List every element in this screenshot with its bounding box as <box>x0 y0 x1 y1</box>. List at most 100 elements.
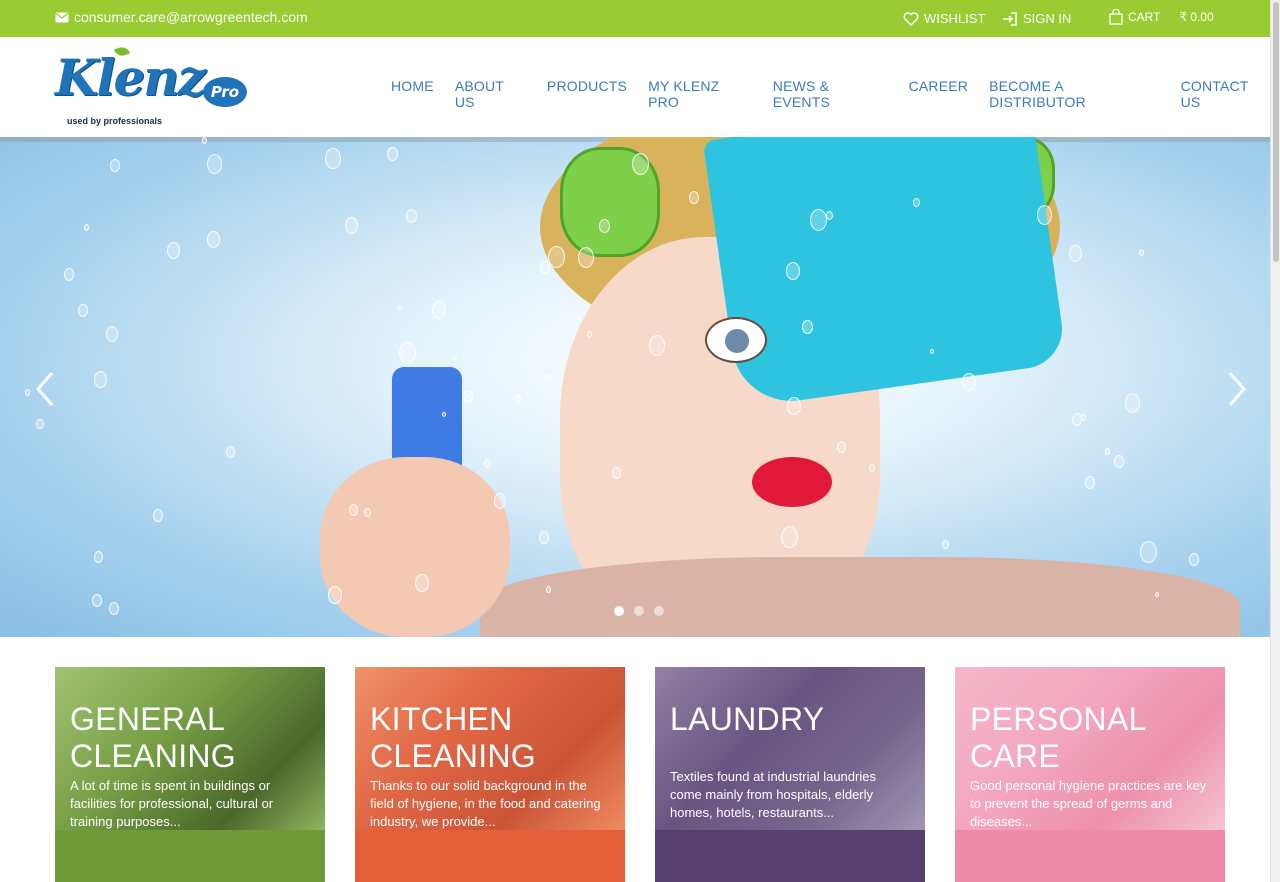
water-bubble <box>406 209 417 223</box>
card-description: Textiles found at industrial laundries c… <box>670 769 876 820</box>
water-bubble <box>546 586 551 593</box>
water-bubble <box>548 246 565 268</box>
water-bubble <box>539 531 549 544</box>
card-title: PERSONAL CARE <box>970 701 1220 775</box>
water-bubble <box>787 397 801 415</box>
card-description: Thanks to our solid background in the fi… <box>370 778 601 829</box>
carousel-dot-2[interactable] <box>634 606 644 616</box>
heart-icon <box>903 11 919 26</box>
water-bubble <box>1114 455 1124 468</box>
category-personal-care[interactable]: PERSONAL CARE Good personal hygiene prac… <box>955 667 1225 882</box>
card-title: GENERAL CLEANING <box>70 701 320 775</box>
hero-eye <box>705 317 767 363</box>
water-bubble <box>930 349 934 354</box>
water-bubble <box>942 540 949 549</box>
water-bubble <box>1037 205 1052 225</box>
carousel-next-button[interactable] <box>1222 369 1252 409</box>
water-bubble <box>781 526 798 548</box>
water-bubble <box>463 390 473 403</box>
envelope-icon <box>55 11 69 23</box>
klenz-pro-logo[interactable]: Klenz Pro used by professionals <box>55 44 255 129</box>
nav-my-klenz-pro[interactable]: MY KLENZ PRO <box>648 78 752 110</box>
category-cards: GENERAL CLEANING A lot of time is spent … <box>55 667 1225 882</box>
nav-career[interactable]: CAREER <box>909 78 969 110</box>
nav-about-us[interactable]: ABOUT US <box>455 78 526 110</box>
water-bubble <box>207 231 220 248</box>
card-title-line-1: KITCHEN <box>370 701 513 737</box>
site-header: Klenz Pro used by professionals HOME ABO… <box>0 37 1270 137</box>
card-title: LAUNDRY <box>670 701 920 738</box>
water-bubble <box>786 262 800 280</box>
chevron-left-icon <box>30 372 60 413</box>
contact-email[interactable]: consumer.care@arrowgreentech.com <box>55 9 308 25</box>
water-bubble <box>110 159 120 172</box>
wishlist-link[interactable]: WISHLIST <box>903 11 985 26</box>
water-bubble <box>1139 249 1144 256</box>
carousel-dot-1[interactable] <box>614 606 624 616</box>
water-bubble <box>494 493 506 509</box>
water-bubble <box>92 594 102 607</box>
hero-sponge <box>702 137 1068 409</box>
water-bubble <box>349 504 358 516</box>
water-bubble <box>599 219 610 233</box>
cart-label: CART <box>1128 10 1161 24</box>
water-bubble <box>345 217 358 234</box>
water-bubble <box>432 301 446 319</box>
water-bubble <box>453 356 457 361</box>
chevron-right-icon <box>1222 372 1252 413</box>
water-bubble <box>36 419 44 429</box>
water-bubble <box>1155 592 1159 597</box>
water-bubble <box>202 137 207 144</box>
water-bubble <box>484 459 491 468</box>
category-kitchen-cleaning[interactable]: KITCHEN CLEANING Thanks to our solid bac… <box>355 667 625 882</box>
water-bubble <box>1189 553 1199 566</box>
card-title-line-1: PERSONAL <box>970 701 1147 737</box>
contact-email-text: consumer.care@arrowgreentech.com <box>74 9 308 25</box>
water-bubble <box>802 320 813 334</box>
scrollbar-thumb[interactable] <box>1273 2 1279 262</box>
water-bubble <box>94 371 107 388</box>
category-general-cleaning[interactable]: GENERAL CLEANING A lot of time is spent … <box>55 667 325 882</box>
logo-brand-text: Klenz <box>55 48 206 107</box>
main-navigation: HOME ABOUT US PRODUCTS MY KLENZ PRO NEWS… <box>391 78 1270 110</box>
water-bubble <box>826 211 833 220</box>
water-bubble <box>810 209 827 231</box>
water-bubble <box>325 148 341 169</box>
water-bubble <box>962 373 976 391</box>
water-bubble <box>545 374 552 383</box>
water-bubble <box>837 441 846 453</box>
cart-amount: ₹ 0.00 <box>1179 10 1214 24</box>
water-bubble <box>578 247 594 268</box>
carousel-prev-button[interactable] <box>30 369 60 409</box>
hero-shirt <box>480 557 1240 637</box>
water-bubble <box>1072 413 1082 426</box>
nav-become-distributor[interactable]: BECOME A DISTRIBUTOR <box>989 78 1159 110</box>
card-description: Good personal hygiene practices are key … <box>970 778 1207 829</box>
carousel-dot-3[interactable] <box>654 606 664 616</box>
card-title-line-2: CARE <box>970 738 1061 774</box>
water-bubble <box>78 304 88 317</box>
nav-contact-us[interactable]: CONTACT US <box>1181 78 1270 110</box>
card-description: A lot of time is spent in buildings or f… <box>70 778 274 829</box>
water-bubble <box>1105 448 1110 455</box>
water-bubble <box>587 331 592 338</box>
hero-lips <box>752 457 832 507</box>
nav-products[interactable]: PRODUCTS <box>547 78 627 110</box>
cart-link[interactable]: CART ₹ 0.00 <box>1109 9 1214 25</box>
nav-news-events[interactable]: NEWS & EVENTS <box>773 78 888 110</box>
card-title: KITCHEN CLEANING <box>370 701 620 775</box>
sign-in-icon <box>1002 11 1018 26</box>
water-bubble <box>415 574 429 592</box>
water-bubble <box>84 224 89 231</box>
card-title-line-2: CLEANING <box>70 738 236 774</box>
page-scrollbar[interactable] <box>1270 0 1280 882</box>
water-bubble <box>540 261 550 274</box>
nav-home[interactable]: HOME <box>391 78 434 110</box>
hero-carousel <box>0 137 1270 637</box>
card-title-line-1: LAUNDRY <box>670 701 825 737</box>
water-bubble <box>649 335 665 356</box>
sign-in-label: SIGN IN <box>1023 11 1072 26</box>
water-bubble <box>1140 541 1157 563</box>
sign-in-link[interactable]: SIGN IN <box>1002 11 1071 26</box>
category-laundry[interactable]: LAUNDRY Textiles found at industrial lau… <box>655 667 925 882</box>
